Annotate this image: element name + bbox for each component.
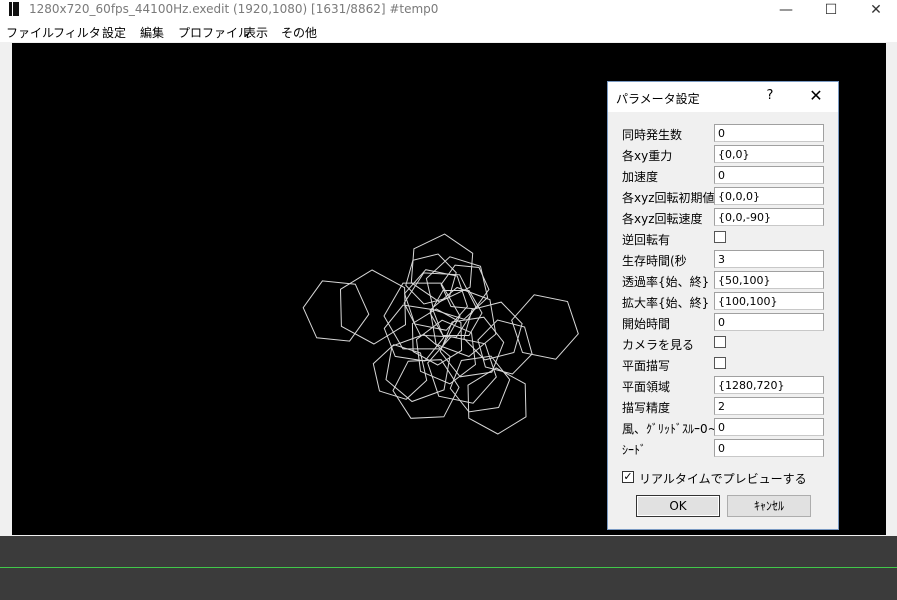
minimize-icon: — — [779, 2, 793, 18]
hexagon-particle — [449, 355, 511, 413]
param-label: 風、ｸﾞﾘｯﾄﾞｽﾙｰ0~2 — [622, 422, 714, 436]
param-label: カメラを見る — [622, 338, 695, 352]
menu-filter[interactable]: フィルタ — [53, 24, 101, 41]
app-icon — [9, 2, 19, 16]
param-row: 描写精度 2 — [608, 396, 838, 416]
param-row: 各xyz回転初期値 {0,0,0} — [608, 186, 838, 206]
param-label: 逆回転有 — [622, 233, 671, 247]
param-input[interactable]: 0 — [714, 124, 824, 142]
menu-settings[interactable]: 設定 — [102, 24, 126, 41]
param-input[interactable]: {0,0,0} — [714, 187, 824, 205]
param-label: 加速度 — [622, 170, 659, 184]
close-window-button[interactable]: ✕ — [853, 0, 897, 20]
param-row: 各xy重力 {0,0} — [608, 144, 838, 164]
param-row: ｼｰﾄﾞ 0 — [608, 438, 838, 458]
timeline-marker-line — [0, 567, 897, 568]
close-icon: ✕ — [870, 2, 882, 18]
realtime-preview-label: リアルタイムでプレビューする — [639, 472, 807, 486]
help-icon[interactable]: ? — [760, 88, 780, 106]
param-row: 開始時間 0 — [608, 312, 838, 332]
param-input[interactable]: 0 — [714, 418, 824, 436]
maximize-button[interactable]: ☐ — [808, 0, 854, 20]
param-row: 加速度 0 — [608, 165, 838, 185]
param-row: 風、ｸﾞﾘｯﾄﾞｽﾙｰ0~20 — [608, 417, 838, 437]
realtime-preview-checkbox[interactable]: ✓ — [622, 471, 634, 483]
hexagon-particle — [339, 269, 407, 345]
param-input[interactable]: {0,0} — [714, 145, 824, 163]
param-checkbox[interactable] — [714, 231, 726, 243]
param-input[interactable]: 3 — [714, 250, 824, 268]
parameter-dialog: パラメータ設定 ? ✕ ✓ リアルタイムでプレビューする OK ｷｬﾝｾﾙ 同時… — [607, 81, 839, 530]
param-input[interactable]: {50,100} — [714, 271, 824, 289]
menu-bar: ファイル フィルタ 設定 編集 プロファイル 表示 その他 — [0, 20, 897, 42]
param-label: 平面描写 — [622, 359, 671, 373]
minimize-button[interactable]: — — [763, 0, 809, 20]
dialog-close-icon[interactable]: ✕ — [806, 86, 826, 106]
param-row: 生存時間(秒 3 — [608, 249, 838, 269]
param-row: 同時発生数 0 — [608, 123, 838, 143]
param-row: 拡大率{始、終} {100,100} — [608, 291, 838, 311]
realtime-preview-option[interactable]: ✓ リアルタイムでプレビューする — [622, 469, 832, 487]
hexagon-particle — [392, 359, 460, 419]
param-input[interactable]: 0 — [714, 439, 824, 457]
param-row: カメラを見る — [608, 333, 838, 353]
param-row: 平面描写 — [608, 354, 838, 374]
param-checkbox[interactable] — [714, 357, 726, 369]
param-row: 透過率{始、終} {50,100} — [608, 270, 838, 290]
param-input[interactable]: 0 — [714, 166, 824, 184]
param-input[interactable]: {1280,720} — [714, 376, 824, 394]
title-bar: 1280x720_60fps_44100Hz.exedit (1920,1080… — [0, 0, 897, 20]
param-label: 各xyz回転初期値 — [622, 191, 714, 205]
param-row: 各xyz回転速度 {0,0,-90} — [608, 207, 838, 227]
param-row: 逆回転有 — [608, 228, 838, 248]
param-label: 生存時間(秒 — [622, 254, 687, 268]
dialog-title-bar: パラメータ設定 ? ✕ — [608, 82, 838, 112]
hexagon-particle — [511, 294, 579, 360]
param-label: 拡大率{始、終} — [622, 296, 710, 310]
cancel-button[interactable]: ｷｬﾝｾﾙ — [727, 495, 811, 517]
param-label: 透過率{始、終} — [622, 275, 710, 289]
param-checkbox[interactable] — [714, 336, 726, 348]
param-input[interactable]: 2 — [714, 397, 824, 415]
param-input[interactable]: 0 — [714, 313, 824, 331]
param-label: 各xyz回転速度 — [622, 212, 703, 226]
param-label: 平面領域 — [622, 380, 671, 394]
menu-file[interactable]: ファイル — [6, 24, 54, 41]
menu-other[interactable]: その他 — [281, 24, 317, 41]
dialog-title: パラメータ設定 — [616, 92, 700, 106]
param-label: 描写精度 — [622, 401, 671, 415]
param-label: ｼｰﾄﾞ — [622, 443, 647, 457]
param-label: 同時発生数 — [622, 128, 683, 142]
param-row: 平面領域 {1280,720} — [608, 375, 838, 395]
param-input[interactable]: {0,0,-90} — [714, 208, 824, 226]
menu-profile[interactable]: プロファイル — [178, 24, 250, 41]
param-label: 開始時間 — [622, 317, 671, 331]
menu-edit[interactable]: 編集 — [140, 24, 164, 41]
hexagon-particle — [467, 367, 527, 435]
param-label: 各xy重力 — [622, 149, 673, 163]
timeline-panel[interactable] — [0, 536, 897, 600]
hexagon-particle — [302, 280, 370, 342]
window-title: 1280x720_60fps_44100Hz.exedit (1920,1080… — [29, 2, 439, 16]
hexagon-particle — [385, 333, 451, 403]
maximize-icon: ☐ — [824, 2, 838, 18]
param-input[interactable]: {100,100} — [714, 292, 824, 310]
menu-view[interactable]: 表示 — [244, 24, 268, 41]
ok-button[interactable]: OK — [636, 495, 720, 517]
